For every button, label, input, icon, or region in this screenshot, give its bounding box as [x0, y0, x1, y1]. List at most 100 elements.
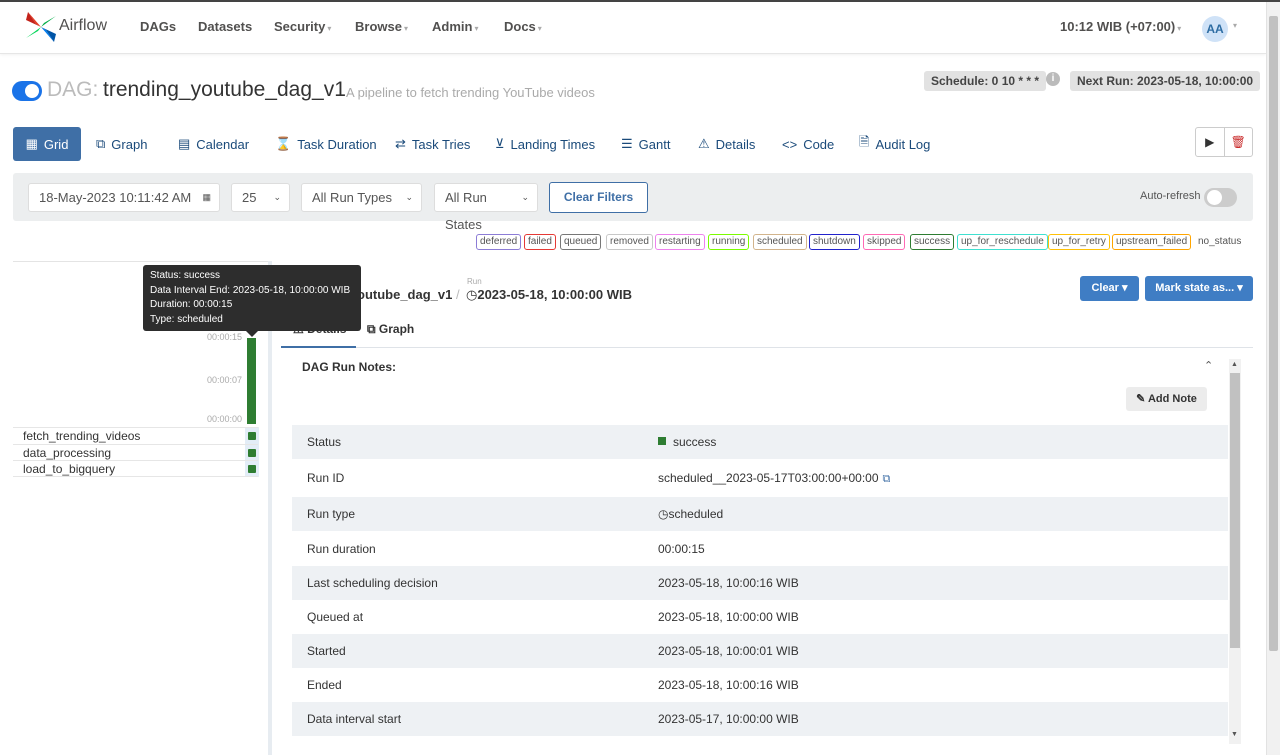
- task-instance-status[interactable]: [248, 465, 256, 473]
- clear-filters-button[interactable]: Clear Filters: [549, 182, 648, 213]
- pencil-icon: ✎: [1136, 393, 1146, 405]
- legend-up-for-retry[interactable]: up_for_retry: [1048, 234, 1110, 250]
- nav-admin[interactable]: Admin ▾: [432, 19, 478, 34]
- tab-landing-times[interactable]: ⊻ Landing Times: [495, 127, 595, 161]
- copy-icon[interactable]: ⧉: [883, 473, 891, 485]
- dag-run-duration-bar[interactable]: [247, 338, 256, 424]
- legend-skipped[interactable]: skipped: [863, 234, 906, 250]
- detail-row-started: Started 2023-05-18, 10:00:01 WIB: [292, 634, 1228, 668]
- task-instance-status[interactable]: [248, 449, 256, 457]
- tooltip-interval-end: Data Interval End: 2023-05-18, 10:00:00 …: [150, 284, 351, 296]
- airflow-logo-icon[interactable]: [24, 10, 58, 44]
- next-run-badge: Next Run: 2023-05-18, 10:00:00: [1070, 71, 1261, 91]
- detail-value: ◷scheduled: [658, 507, 724, 521]
- nav-browse[interactable]: Browse ▾: [355, 19, 408, 34]
- graph-icon: ⧉: [367, 322, 376, 336]
- auto-refresh-label: Auto-refresh: [1140, 190, 1201, 202]
- detail-key: Status: [307, 435, 342, 449]
- dag-pause-toggle[interactable]: [12, 81, 42, 101]
- scrollbar-thumb[interactable]: [1230, 373, 1240, 648]
- delete-dag-trash-icon[interactable]: 🗑: [1223, 128, 1253, 156]
- tab-task-tries[interactable]: ⇄ Task Tries: [395, 127, 470, 161]
- mark-state-button[interactable]: Mark state as... ▾: [1145, 276, 1253, 301]
- page-scrollbar[interactable]: [1266, 2, 1280, 755]
- legend-up-for-reschedule[interactable]: up_for_reschedule: [957, 234, 1048, 250]
- detail-row-last-scheduling: Last scheduling decision 2023-05-18, 10:…: [292, 566, 1228, 600]
- code-icon: <>: [782, 136, 798, 152]
- trigger-dag-play-icon[interactable]: ▶: [1196, 128, 1224, 156]
- nav-docs[interactable]: Docs ▾: [504, 19, 542, 34]
- detail-row-ended: Ended 2023-05-18, 10:00:16 WIB: [292, 668, 1228, 702]
- legend-removed[interactable]: removed: [606, 234, 653, 250]
- dag-description: A pipeline to fetch trending YouTube vid…: [346, 85, 595, 100]
- subtab-active-indicator: [281, 346, 356, 348]
- num-runs-select[interactable]: 25 ⌄: [231, 183, 290, 212]
- nav-datasets[interactable]: Datasets: [198, 19, 252, 34]
- legend-scheduled[interactable]: scheduled: [753, 234, 807, 250]
- details-scrollbar[interactable]: ▲ ▼: [1229, 359, 1241, 744]
- schedule-badge: Schedule: 0 10 * * *: [924, 71, 1047, 91]
- tab-task-duration[interactable]: ⌛ Task Duration: [275, 127, 377, 161]
- run-state-select[interactable]: All Run States ⌄: [434, 183, 538, 232]
- detail-key: Data interval start: [307, 712, 402, 726]
- clear-run-button[interactable]: Clear ▾: [1080, 276, 1139, 301]
- task-row[interactable]: fetch_trending_videos: [13, 427, 258, 443]
- breadcrumb-run[interactable]: ◷2023-05-18, 10:00:00 WIB: [466, 287, 632, 303]
- info-icon[interactable]: i: [1046, 72, 1060, 86]
- repeat-icon: ⇄: [395, 136, 406, 151]
- tab-code[interactable]: <> Code: [782, 127, 834, 161]
- tab-audit-log[interactable]: 🗎 Audit Log: [859, 127, 930, 161]
- tab-grid[interactable]: ▦ Grid: [13, 127, 81, 161]
- subtab-graph[interactable]: ⧉ Graph: [367, 322, 414, 337]
- scroll-up-icon[interactable]: ▲: [1231, 361, 1238, 368]
- nav-dags[interactable]: DAGs: [140, 19, 176, 34]
- detail-key: Run duration: [307, 542, 376, 556]
- legend-deferred[interactable]: deferred: [476, 234, 522, 250]
- detail-value: 00:00:15: [658, 542, 705, 556]
- legend-queued[interactable]: queued: [560, 234, 602, 250]
- chevron-up-icon[interactable]: ⌃: [1204, 359, 1213, 372]
- tooltip-type: Type: scheduled: [150, 313, 223, 325]
- tab-details[interactable]: ⚠ Details: [698, 127, 755, 161]
- breadcrumb-separator: /: [456, 287, 460, 302]
- auto-refresh-toggle[interactable]: [1204, 188, 1237, 207]
- legend-no-status[interactable]: no_status: [1198, 236, 1241, 247]
- chevron-down-icon: ▾: [327, 24, 332, 33]
- legend-upstream-failed[interactable]: upstream_failed: [1112, 234, 1192, 250]
- timezone-dropdown[interactable]: 10:12 WIB (+07:00) ▾: [1060, 19, 1181, 34]
- legend-restarting[interactable]: restarting: [655, 234, 705, 250]
- base-date-input[interactable]: 18-May-2023 10:11:42 AM ▦: [28, 183, 220, 212]
- legend-success[interactable]: success: [910, 234, 955, 250]
- task-row[interactable]: data_processing: [13, 444, 258, 460]
- task-instance-status[interactable]: [248, 432, 256, 440]
- nav-security[interactable]: Security ▾: [274, 19, 331, 34]
- task-row[interactable]: load_to_bigquery: [13, 460, 258, 476]
- tab-gantt[interactable]: ☰ Gantt: [621, 127, 670, 161]
- dag-prefix-label: DAG:: [47, 78, 99, 101]
- navbar: Airflow DAGs Datasets Security ▾ Browse ▾ …: [0, 2, 1266, 54]
- breadcrumb-dag[interactable]: outube_dag_v1: [357, 287, 452, 302]
- chevron-down-icon[interactable]: ▾: [1233, 21, 1237, 30]
- detail-value: scheduled__2023-05-17T03:00:00+00:00 ⧉: [658, 471, 891, 485]
- add-note-button[interactable]: ✎ Add Note: [1126, 387, 1207, 411]
- calendar-icon[interactable]: ▦: [202, 184, 211, 211]
- detail-value: 2023-05-18, 10:00:00 WIB: [658, 610, 799, 624]
- legend-running[interactable]: running: [708, 234, 750, 250]
- legend-shutdown[interactable]: shutdown: [809, 234, 860, 250]
- detail-value: 2023-05-18, 10:00:16 WIB: [658, 576, 799, 590]
- chevron-down-icon: ▾: [537, 24, 542, 33]
- scrollbar-thumb[interactable]: [1269, 16, 1278, 651]
- brand-name[interactable]: Airflow: [59, 17, 107, 35]
- scroll-down-icon[interactable]: ▼: [1231, 731, 1238, 738]
- chevron-down-icon: ▾: [1177, 24, 1182, 33]
- tooltip-status: Status: success: [150, 270, 221, 281]
- dag-run-notes-label: DAG Run Notes:: [302, 360, 396, 374]
- user-avatar[interactable]: AA: [1202, 16, 1228, 42]
- panel-resize-handle[interactable]: [268, 261, 272, 755]
- chevron-down-icon: ▾: [474, 24, 479, 33]
- subtab-underline: [281, 347, 1253, 348]
- run-type-select[interactable]: All Run Types ⌄: [301, 183, 422, 212]
- tab-graph[interactable]: ⧉ Graph: [96, 127, 147, 161]
- legend-failed[interactable]: failed: [524, 234, 556, 250]
- tab-calendar[interactable]: ▤ Calendar: [178, 127, 249, 161]
